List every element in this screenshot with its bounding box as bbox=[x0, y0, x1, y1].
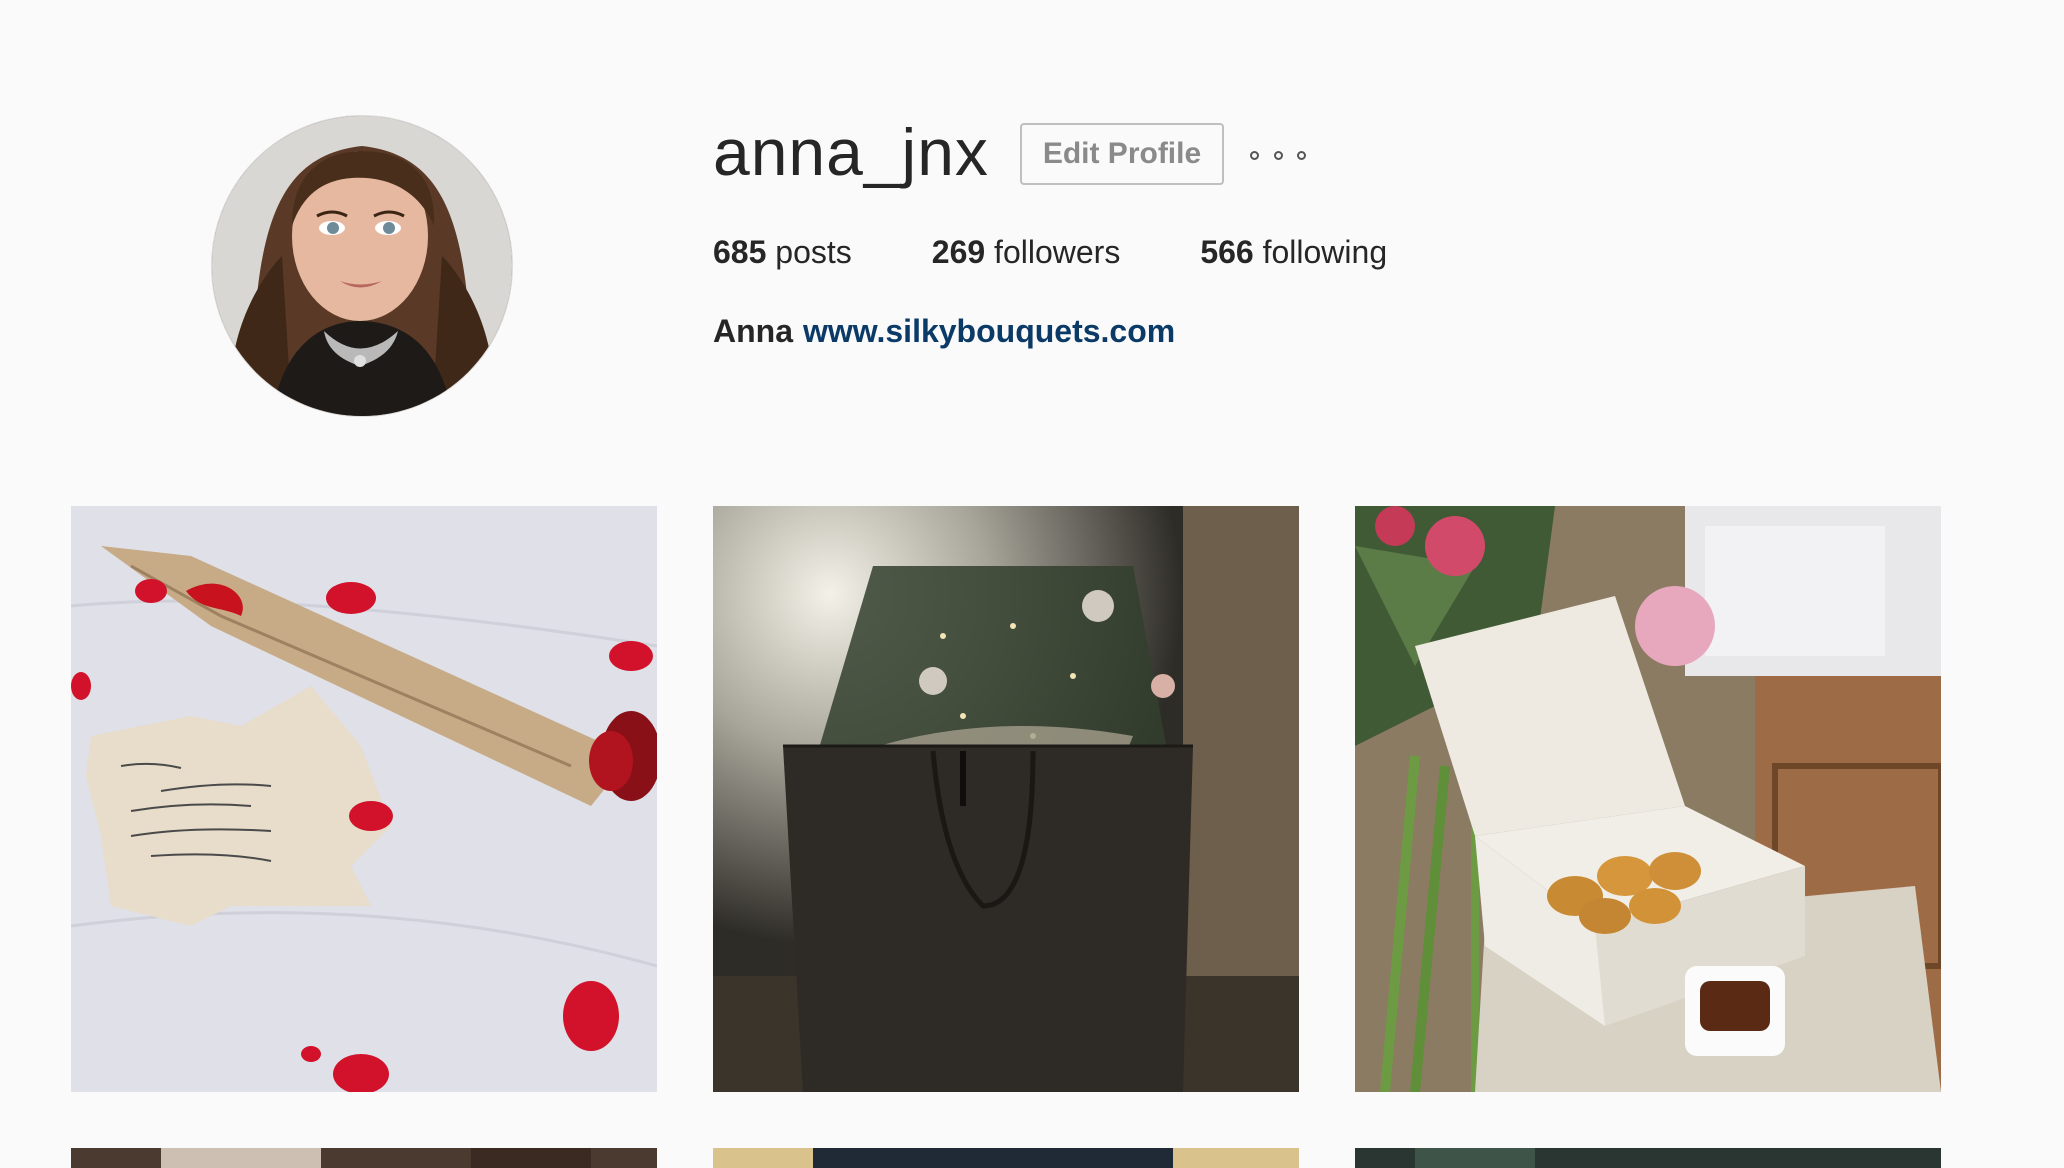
stat-posts: 685 posts bbox=[713, 234, 852, 271]
profile-avatar[interactable] bbox=[211, 115, 513, 417]
stat-count: 685 bbox=[713, 233, 767, 270]
stat-following[interactable]: 566 following bbox=[1200, 234, 1387, 271]
post-thumbnail[interactable] bbox=[713, 1148, 1299, 1168]
post-thumbnail[interactable] bbox=[71, 1148, 657, 1168]
dot bbox=[1273, 150, 1283, 160]
stat-label: following bbox=[1262, 233, 1388, 270]
stat-count: 269 bbox=[931, 233, 986, 270]
edit-profile-button[interactable]: Edit Profile bbox=[1020, 123, 1224, 185]
profile-stats: 685 posts 269 followers 566 following bbox=[713, 228, 1387, 276]
stat-label: followers bbox=[994, 233, 1121, 270]
profile-username: anna_jnx bbox=[713, 115, 989, 189]
post-thumbnail[interactable] bbox=[71, 506, 657, 1092]
profile-website-link[interactable]: www.silkybouquets.com bbox=[803, 313, 1175, 350]
post-thumbnail[interactable] bbox=[713, 506, 1299, 1092]
dot bbox=[1297, 150, 1306, 160]
more-options-icon[interactable] bbox=[1250, 140, 1306, 170]
stat-followers[interactable]: 269 followers bbox=[932, 234, 1121, 271]
dot bbox=[1250, 150, 1259, 160]
stat-count: 566 bbox=[1200, 233, 1254, 270]
profile-bio: Anna www.silkybouquets.com bbox=[713, 309, 1175, 353]
profile-full-name: Anna bbox=[713, 312, 793, 349]
stat-label: posts bbox=[775, 233, 852, 270]
post-thumbnail[interactable] bbox=[1355, 1148, 1941, 1168]
post-thumbnail[interactable] bbox=[1355, 506, 1941, 1092]
